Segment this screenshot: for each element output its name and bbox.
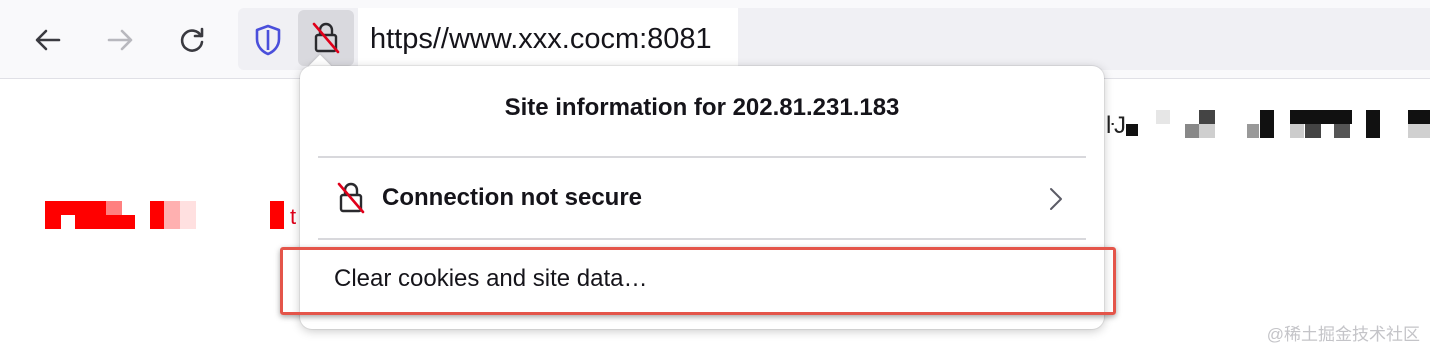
lock-insecure-icon bbox=[312, 22, 340, 54]
connection-label: Connection not secure bbox=[382, 184, 643, 211]
redacted-pixel bbox=[180, 201, 196, 229]
page-text-fragment: ŀJ bbox=[1106, 112, 1127, 139]
redacted-pixel bbox=[1408, 124, 1430, 138]
redacted-pixel bbox=[1260, 110, 1274, 138]
connection-security-item[interactable]: Connection not secure bbox=[318, 168, 1086, 228]
redacted-pixel bbox=[1199, 124, 1215, 138]
redacted-pixel bbox=[1334, 124, 1350, 138]
redacted-pixel bbox=[1185, 124, 1199, 138]
redacted-pixel bbox=[1199, 110, 1215, 124]
popup-title: Site information for 202.81.231.183 bbox=[504, 94, 900, 121]
redacted-pixel bbox=[1408, 110, 1430, 124]
redacted-pixel bbox=[1366, 110, 1380, 138]
redacted-pixel bbox=[1290, 124, 1304, 138]
redacted-pixel bbox=[1126, 124, 1138, 136]
redacted-pixel bbox=[61, 201, 106, 215]
tracking-protection-button[interactable] bbox=[244, 16, 292, 64]
divider bbox=[318, 238, 1086, 240]
redacted-pixel bbox=[75, 215, 135, 229]
shield-icon bbox=[255, 24, 281, 56]
page-text-fragment: t bbox=[290, 204, 297, 229]
redacted-pixel bbox=[150, 201, 164, 229]
redacted-pixel bbox=[1156, 110, 1170, 124]
url-text[interactable]: https//www.xxx.cocm:8081 bbox=[358, 8, 738, 70]
chevron-right-icon bbox=[1050, 188, 1062, 210]
forward-button[interactable] bbox=[96, 16, 144, 64]
redacted-pixel bbox=[45, 201, 61, 229]
redacted-pixel bbox=[106, 201, 122, 215]
reload-icon bbox=[180, 27, 204, 52]
redacted-pixel bbox=[1247, 124, 1259, 138]
redacted-pixel bbox=[1305, 124, 1321, 138]
back-button[interactable] bbox=[24, 16, 72, 64]
divider bbox=[318, 156, 1086, 158]
redacted-pixel bbox=[164, 201, 180, 229]
redacted-pixel bbox=[1290, 110, 1352, 124]
redacted-pixel bbox=[270, 201, 284, 229]
watermark: @稀土掘金技术社区 bbox=[1266, 325, 1420, 344]
arrow-right-icon bbox=[107, 29, 133, 51]
reload-button[interactable] bbox=[168, 16, 216, 64]
lock-insecure-icon bbox=[337, 182, 365, 214]
arrow-left-icon bbox=[35, 29, 61, 51]
annotation-highlight-box bbox=[280, 247, 1116, 315]
site-info-button[interactable] bbox=[298, 10, 354, 66]
